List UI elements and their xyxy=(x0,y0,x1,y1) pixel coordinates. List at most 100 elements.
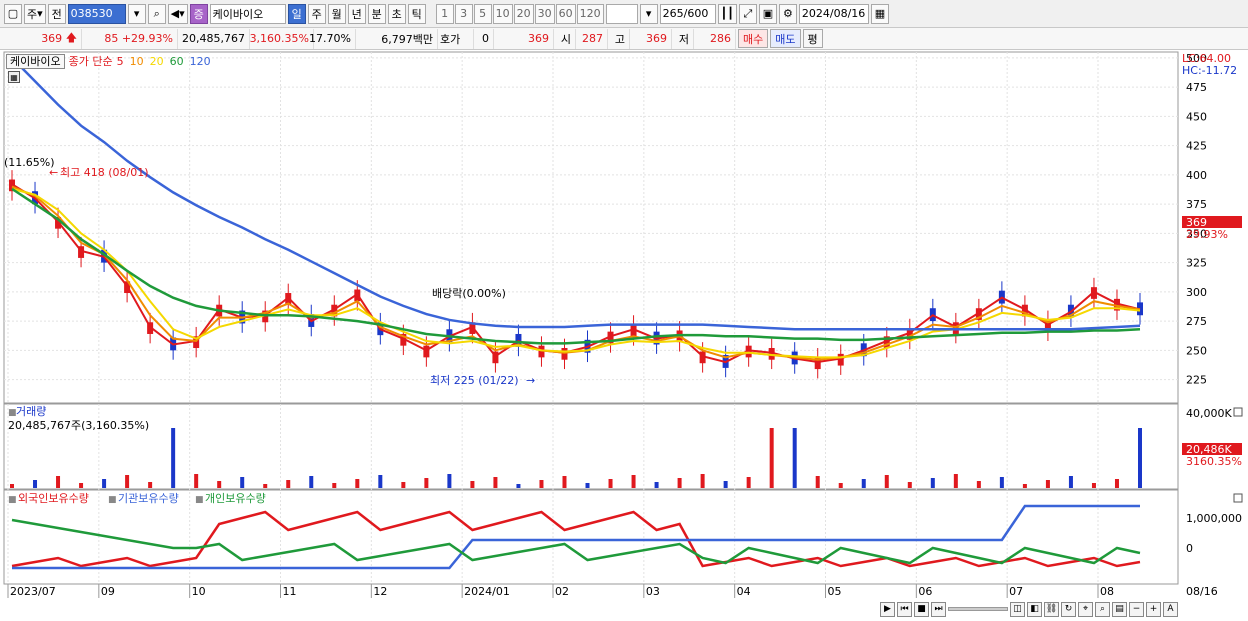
x-label-3: 11 xyxy=(283,585,297,598)
settings-icon[interactable]: ⚙ xyxy=(778,3,797,24)
volume-bar-24 xyxy=(562,476,567,488)
x-label-7: 03 xyxy=(646,585,660,598)
interval-5[interactable]: 5 xyxy=(473,3,492,24)
low-label: 저 xyxy=(672,28,694,49)
volume-bar-5 xyxy=(125,475,130,488)
count-field[interactable]: 265/600 xyxy=(659,3,716,24)
crosshair-icon[interactable]: ⌖ xyxy=(1078,601,1093,617)
volume-bar-22 xyxy=(516,484,521,488)
date-field[interactable]: 2024/08/16 xyxy=(798,3,869,24)
volume-bar-41 xyxy=(953,474,958,488)
low-value: 286 xyxy=(694,28,736,49)
table-icon[interactable]: ▦ xyxy=(8,71,20,83)
code-dropdown-icon[interactable]: ▾ xyxy=(127,3,146,24)
ma-legend-60[interactable]: 60 xyxy=(170,55,184,68)
holdings-panel-icon[interactable]: ■ xyxy=(8,495,17,505)
x-label-4: 12 xyxy=(373,585,387,598)
period-tab-5[interactable]: 초 xyxy=(387,3,406,24)
interval-120[interactable]: 120 xyxy=(576,3,604,24)
volume-axis-max: 40,000K xyxy=(1186,407,1232,420)
low-arrow-icon: → xyxy=(526,374,535,387)
volume-panel xyxy=(3,403,1179,490)
period-tabs: 일주월년분초틱 xyxy=(287,3,426,24)
y-tick-275: 275 xyxy=(1186,315,1207,328)
type-select[interactable]: 주 ▾ xyxy=(24,3,46,24)
font-size-icon[interactable]: A xyxy=(1163,601,1178,617)
zoom-in-icon[interactable]: + xyxy=(1146,601,1161,617)
volume-bar-37 xyxy=(861,479,866,488)
layout-icon-2[interactable]: ◧ xyxy=(1027,601,1042,617)
ma-legend-5[interactable]: 5 xyxy=(117,55,124,68)
holdings-close-icon[interactable] xyxy=(1233,493,1243,503)
volume-bar-38 xyxy=(884,475,889,488)
candle-type-icon[interactable]: ┃┃ xyxy=(717,3,737,24)
y-tick-225: 225 xyxy=(1186,374,1207,387)
window-icon[interactable]: ▢ xyxy=(4,3,22,24)
stop-icon[interactable]: ■ xyxy=(914,601,929,617)
speaker-icon[interactable]: ◀▾ xyxy=(167,3,188,24)
ma-legend-20[interactable]: 20 xyxy=(150,55,164,68)
period-tab-0[interactable]: 일 xyxy=(287,3,306,24)
volume-bar-49 xyxy=(1138,428,1142,488)
calendar-icon[interactable]: ▦ xyxy=(870,3,889,24)
legend-stock-name[interactable]: 케이바이오 xyxy=(6,53,65,69)
period-tab-1[interactable]: 주 xyxy=(307,3,326,24)
price-change: 85 +29.93% xyxy=(82,28,178,49)
interval-20[interactable]: 20 xyxy=(513,3,534,24)
change-pct: +29.93% xyxy=(121,32,173,45)
refresh-icon[interactable]: ↻ xyxy=(1061,601,1076,617)
ma-legend-10[interactable]: 10 xyxy=(130,55,144,68)
period-tab-6[interactable]: 틱 xyxy=(407,3,426,24)
volume-title: 거래량 xyxy=(16,405,46,418)
interval-1[interactable]: 1 xyxy=(435,3,454,24)
interval-3[interactable]: 3 xyxy=(454,3,473,24)
period-tab-4[interactable]: 분 xyxy=(367,3,386,24)
buy-button[interactable]: 매수 xyxy=(738,29,769,48)
period-tab-2[interactable]: 월 xyxy=(327,3,346,24)
high-arrow-icon: ← xyxy=(49,166,58,179)
interval-60[interactable]: 60 xyxy=(555,3,576,24)
code-input[interactable]: 038530 xyxy=(67,3,126,24)
stock-chart[interactable]: 225250275300325350375400425450475500 202… xyxy=(0,50,1248,621)
holdings-legend-indiv: 개인보유수량 xyxy=(205,492,266,505)
volume-bar-36 xyxy=(838,483,843,488)
y-tick-250: 250 xyxy=(1186,344,1207,357)
layout-icon-1[interactable]: ◫ xyxy=(1010,601,1025,617)
volume-bar-48 xyxy=(1114,479,1119,488)
y-tick-375: 375 xyxy=(1186,198,1207,211)
holdings-panel-icon-2: ■ xyxy=(108,495,117,505)
volume-bar-3 xyxy=(79,483,84,488)
interval-custom-input[interactable] xyxy=(605,3,638,24)
forward-icon[interactable]: ⏭ xyxy=(931,601,946,617)
avg-button[interactable]: 평 xyxy=(802,29,823,48)
volume-close-icon[interactable] xyxy=(1233,407,1243,417)
save-icon[interactable]: ▣ xyxy=(758,3,777,24)
volume-summary: 20,485,767주(3,160.35%) xyxy=(8,419,149,432)
period-tab-3[interactable]: 년 xyxy=(347,3,366,24)
chart-tool-icon[interactable]: ⤢ xyxy=(738,3,757,24)
link-icon[interactable]: ⛓ xyxy=(1044,601,1059,617)
stock-type-badge: 증 xyxy=(189,3,208,24)
volume-panel-icon[interactable]: ■ xyxy=(8,408,17,418)
rewind-icon[interactable]: ⏮ xyxy=(897,601,912,617)
lock-icon[interactable]: ▤ xyxy=(1112,601,1127,617)
x-label-11: 07 xyxy=(1009,585,1023,598)
volume-bar-25 xyxy=(585,483,590,488)
volume-bar-46 xyxy=(1068,476,1073,488)
zoom-out-icon[interactable]: − xyxy=(1129,601,1144,617)
prev-button[interactable]: 전 xyxy=(47,3,66,24)
search-zoom-icon[interactable]: ⌕ xyxy=(1095,601,1110,617)
sell-button[interactable]: 매도 xyxy=(770,29,801,48)
interval-10[interactable]: 10 xyxy=(492,3,513,24)
search-icon[interactable]: ⌕ xyxy=(147,3,166,24)
low-marker: 최저 225 (01/22) xyxy=(430,374,519,387)
scroll-right-icon[interactable]: ▶ xyxy=(880,601,895,617)
volume-bar-45 xyxy=(1045,480,1050,488)
volume-bar-42 xyxy=(976,481,981,488)
ma-legend-120[interactable]: 120 xyxy=(190,55,211,68)
interval-dropdown-icon[interactable]: ▾ xyxy=(639,3,658,24)
volume-bar-18 xyxy=(424,478,429,488)
zoom-slider[interactable] xyxy=(948,607,1008,611)
x-axis: 2023/07 09 10 11 12 2024/01 02 03 04 05 06 07 08 08/1… xyxy=(7,584,1218,598)
interval-30[interactable]: 30 xyxy=(534,3,555,24)
